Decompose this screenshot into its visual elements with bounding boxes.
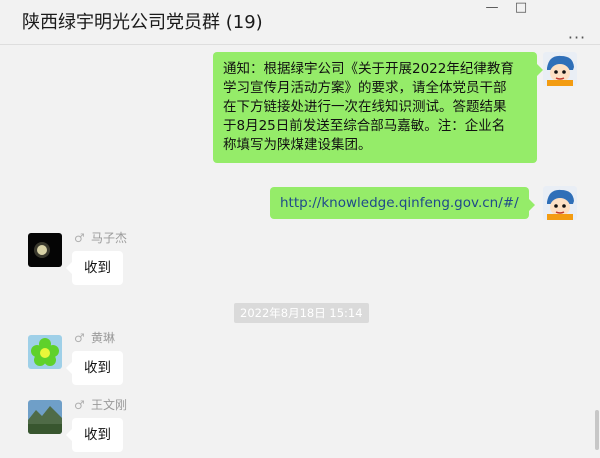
minimize-icon[interactable]: —	[481, 0, 503, 18]
timestamp-divider: 2022年8月18日 15:14	[234, 303, 369, 323]
notice-line: 学习宣传月活动方案》的要求，请全体党员干部	[223, 80, 507, 96]
member-avatar-huanglin[interactable]	[28, 335, 62, 369]
message-bubble-reply[interactable]: 收到	[66, 418, 123, 452]
sender-name-huanglin: ♂ 黄琳	[74, 331, 116, 345]
member-avatar-mazijie[interactable]	[28, 233, 62, 267]
knowledge-link[interactable]: http://knowledge.qinfeng.gov.cn/#/	[280, 195, 519, 211]
message-bubble-reply[interactable]: 收到	[66, 351, 123, 385]
self-avatar[interactable]	[543, 186, 577, 220]
message-text: 收到	[84, 360, 111, 376]
member-tag-icon: ♂	[74, 231, 85, 245]
member-tag-icon: ♂	[74, 331, 85, 345]
message-bubble-reply[interactable]: 收到	[66, 251, 123, 285]
notice-line: 于8月25日前发送至综合部马嘉敏。注：企业名	[223, 118, 506, 134]
self-avatar[interactable]	[543, 52, 577, 86]
scrollbar-thumb[interactable]	[595, 410, 599, 450]
maximize-icon[interactable]: □	[510, 0, 532, 18]
sender-name-wangwengang: ♂ 王文刚	[74, 398, 128, 412]
chat-title: 陕西绿宇明光公司党员群 (19)	[22, 12, 263, 33]
sender-name-mazijie: ♂ 马子杰	[74, 231, 128, 245]
chat-header: 陕西绿宇明光公司党员群 (19) — □ ···	[0, 0, 600, 48]
notice-line: 在下方链接处进行一次在线知识测试。答题结果	[223, 99, 507, 115]
message-bubble-link[interactable]: http://knowledge.qinfeng.gov.cn/#/	[270, 187, 535, 219]
notice-line: 通知：根据绿宇公司《关于开展2022年纪律教育	[223, 61, 514, 77]
notice-line: 称填写为陕煤建设集团。	[223, 137, 372, 153]
message-text: 收到	[84, 427, 111, 443]
member-avatar-wangwengang[interactable]	[28, 400, 62, 434]
member-tag-icon: ♂	[74, 398, 85, 412]
message-bubble-notice[interactable]: 通知：根据绿宇公司《关于开展2022年纪律教育 学习宣传月活动方案》的要求，请全…	[213, 52, 543, 163]
more-options-icon[interactable]: ···	[566, 30, 588, 48]
message-text: 收到	[84, 260, 111, 276]
